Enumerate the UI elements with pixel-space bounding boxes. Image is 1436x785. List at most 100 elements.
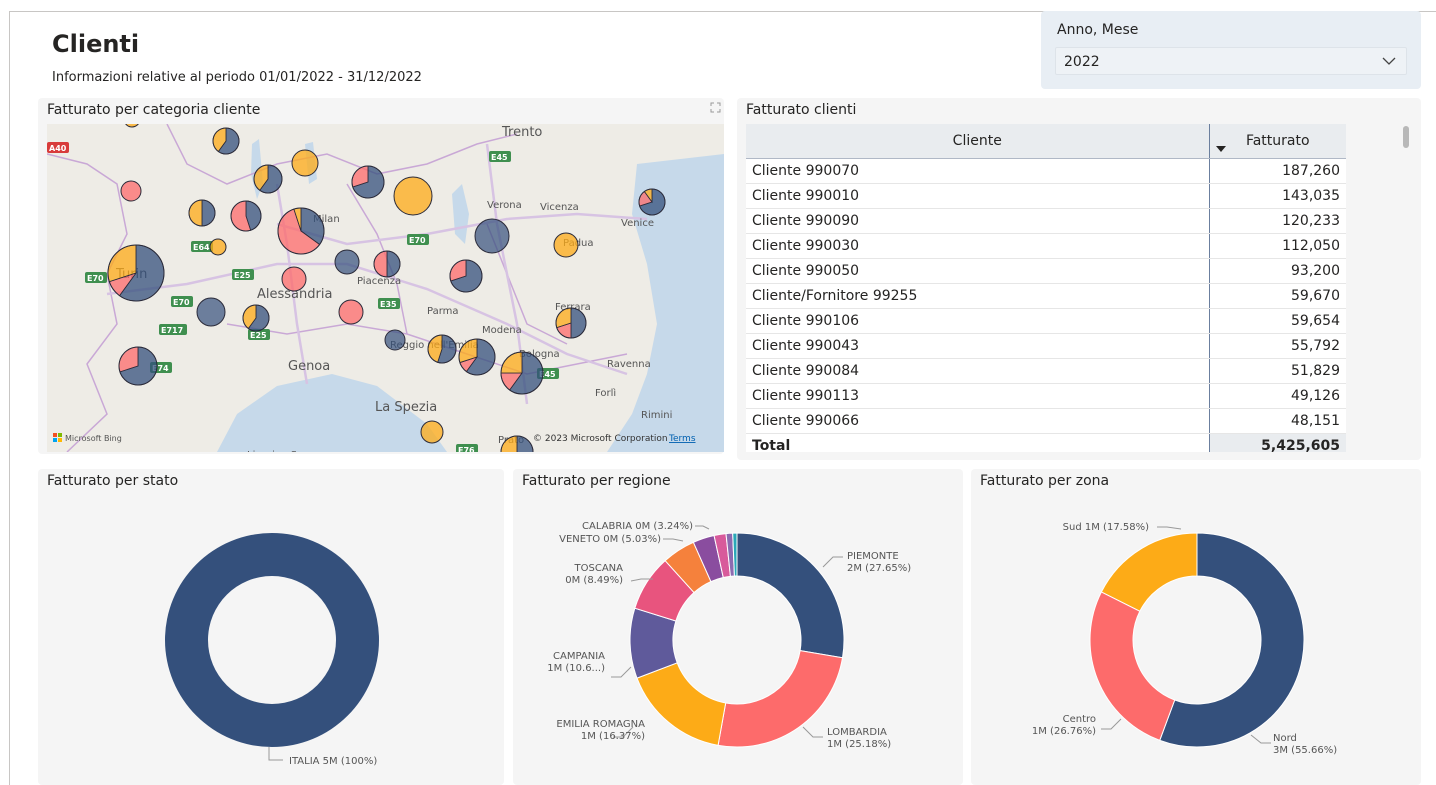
data-label-leader [1157, 526, 1182, 530]
map-bubble[interactable] [242, 304, 270, 332]
bing-logo-square [53, 433, 57, 437]
map-bubble[interactable] [230, 200, 262, 232]
map-bubble[interactable] [351, 165, 385, 199]
table-row[interactable]: Cliente 990070 187,260 [746, 158, 1346, 184]
table-row[interactable]: Cliente 990010 143,035 [746, 183, 1346, 209]
page-title: Clienti [52, 30, 140, 58]
donut-chart-regione[interactable]: PIEMONTE2M (27.65%) LOMBARDIA1M (25.18%) E… [513, 469, 963, 785]
donut-slice[interactable] [165, 533, 379, 747]
bubble-segment [334, 249, 360, 275]
cell-fatturato: 51,829 [1209, 358, 1346, 384]
map-attribution: © 2023 Microsoft Corporation [533, 434, 668, 444]
map-place-label: Forlì [595, 387, 616, 399]
map-bubble[interactable] [474, 218, 510, 254]
map-bubble[interactable] [638, 188, 666, 216]
map-bubble[interactable] [107, 244, 165, 302]
donut-slice[interactable] [1100, 532, 1198, 612]
map-bubble[interactable] [120, 180, 142, 202]
map-bubble[interactable] [188, 199, 216, 227]
road-shield-label: E35 [380, 300, 397, 309]
data-label: PIEMONTE [847, 551, 899, 562]
table-row[interactable]: Cliente 990050 93,200 [746, 258, 1346, 284]
map-visual-title: Fatturato per categoria cliente [47, 102, 261, 118]
map-bubble[interactable] [212, 127, 240, 155]
page-subtitle: Informazioni relative al periodo 01/01/2… [52, 70, 422, 85]
cell-fatturato: 59,654 [1209, 308, 1346, 334]
table-scrollbar[interactable] [1403, 126, 1410, 452]
map-terms-link[interactable]: Terms [668, 434, 696, 444]
map-bubble[interactable] [118, 346, 158, 386]
table-row[interactable]: Cliente 990043 55,792 [746, 333, 1346, 359]
slicer-dropdown[interactable]: 2022 [1055, 47, 1407, 75]
table-row[interactable]: Cliente 990066 48,151 [746, 408, 1346, 434]
table-row[interactable]: Cliente 990090 120,233 [746, 208, 1346, 234]
donut-slice[interactable] [717, 650, 844, 748]
map-place-label: Parma [427, 306, 459, 317]
sort-descending-icon [1215, 145, 1226, 152]
column-header-fatturato[interactable]: Fatturato [1209, 124, 1346, 159]
map-bubble[interactable] [427, 334, 457, 364]
map-place-label: Piacenza [357, 276, 401, 287]
cell-fatturato: 120,233 [1209, 208, 1346, 234]
map-bubble[interactable] [277, 207, 325, 255]
map-bubble[interactable] [253, 164, 283, 194]
map-bubble[interactable] [458, 338, 496, 376]
customer-table-card: Fatturato clienti Cliente Fatturato Clie… [737, 98, 1421, 460]
map-bubble[interactable] [420, 420, 444, 444]
cell-cliente: Cliente 990070 [746, 158, 1210, 184]
data-label: Nord [1273, 733, 1297, 744]
cell-fatturato: 48,151 [1209, 408, 1346, 434]
cell-fatturato: 112,050 [1209, 233, 1346, 259]
data-label: 0M (8.49%) [565, 575, 623, 586]
map-place-label: Genoa [288, 359, 330, 374]
cell-cliente: Cliente 990010 [746, 183, 1210, 209]
cell-cliente: Cliente 990050 [746, 258, 1210, 284]
map-bubble[interactable] [384, 329, 406, 351]
bubble-segment [384, 329, 406, 351]
data-label: TOSCANA [574, 563, 624, 574]
map-bubble[interactable] [196, 297, 226, 327]
road-shield-label: E76 [458, 446, 475, 452]
map-bubble[interactable] [291, 149, 319, 177]
bubble-segment [474, 218, 510, 254]
cell-cliente: Cliente 990043 [746, 333, 1210, 359]
data-label-leader [268, 747, 283, 761]
map-place-label: Modena [482, 325, 522, 336]
road-shield-label: E70 [173, 298, 190, 307]
table-visual-title: Fatturato clienti [746, 102, 857, 118]
scrollbar-thumb[interactable] [1403, 126, 1409, 148]
map-bubble[interactable] [334, 249, 360, 275]
donut-slice[interactable] [636, 662, 727, 746]
table-row[interactable]: Cliente/Fornitore 99255 59,670 [746, 283, 1346, 309]
donut-chart-zona[interactable]: Nord3M (55.66%) Centro1M (26.76%) Sud 1M (… [971, 469, 1421, 785]
cell-cliente: Cliente 990113 [746, 383, 1210, 409]
cell-fatturato: 187,260 [1209, 158, 1346, 184]
donut-slice[interactable] [736, 532, 845, 659]
map-bubble[interactable] [553, 232, 579, 258]
map-bubble[interactable] [281, 266, 307, 292]
table-row[interactable]: Cliente 990030 112,050 [746, 233, 1346, 259]
map-bubble[interactable] [449, 259, 483, 293]
road-shield-label: E45 [491, 153, 508, 162]
bubble-segment [338, 299, 364, 325]
bubble-map[interactable]: TrentoMilanVeronaVicenzaVenicePaduaTurin… [47, 124, 724, 452]
table-row[interactable]: Cliente 990084 51,829 [746, 358, 1346, 384]
table-row[interactable]: Cliente 990113 49,126 [746, 383, 1346, 409]
map-bubble[interactable] [500, 351, 544, 395]
map-bubble[interactable] [393, 176, 433, 216]
table-total-row: Total 5,425,605 [746, 433, 1346, 452]
data-label: Sud 1M (17.58%) [1063, 522, 1149, 533]
data-label: 3M (55.66%) [1273, 745, 1337, 756]
chevron-down-icon[interactable] [1380, 52, 1398, 70]
focus-mode-icon[interactable] [710, 102, 721, 113]
map-bubble[interactable] [555, 307, 587, 339]
road-shield-label: E25 [250, 331, 267, 340]
column-header-cliente[interactable]: Cliente [746, 124, 1210, 159]
map-bubble[interactable] [338, 299, 364, 325]
map-bubble[interactable] [209, 238, 227, 256]
map-bubble[interactable] [373, 250, 401, 278]
data-label-leader [663, 538, 684, 542]
donut-slice[interactable] [1089, 591, 1176, 741]
table-row[interactable]: Cliente 990106 59,654 [746, 308, 1346, 334]
donut-chart-stato[interactable]: ITALIA 5M (100%) [38, 469, 504, 785]
